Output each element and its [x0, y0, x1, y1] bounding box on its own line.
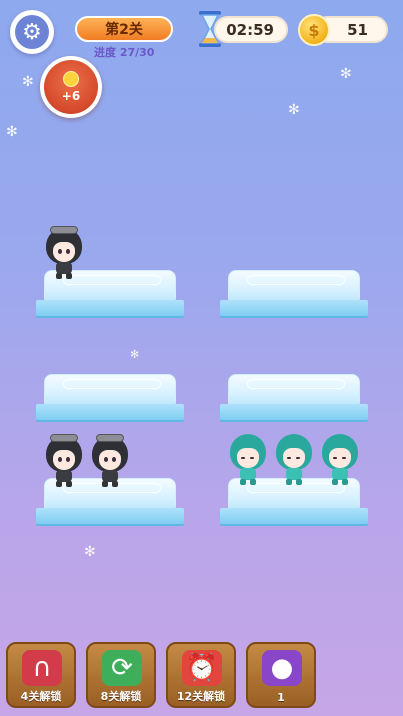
- snowflake-icon: ✻: [6, 124, 18, 140]
- character-teal[interactable]: [318, 434, 362, 486]
- locked-tool-icon: ●: [262, 650, 302, 686]
- platform-2[interactable]: [220, 270, 368, 316]
- character-dark[interactable]: [88, 434, 132, 488]
- shuffle-icon: ⟳: [102, 650, 142, 686]
- alarm-clock-tool-button[interactable]: ⏰ 12关解锁: [166, 642, 236, 708]
- snowflake-icon: ✻: [288, 102, 300, 118]
- tool-label: 8关解锁: [100, 690, 142, 703]
- timer-display: 02:59: [214, 16, 288, 43]
- magnet-tool-button[interactable]: ∩ 4关解锁: [6, 642, 76, 708]
- tool-label: 4关解锁: [20, 690, 62, 703]
- shuffle-tool-button[interactable]: ⟳ 8关解锁: [86, 642, 156, 708]
- magnet-icon: ∩: [22, 650, 62, 686]
- settings-button[interactable]: ⚙: [10, 10, 54, 54]
- bonus-value: +6: [61, 89, 81, 103]
- tool-label: 12关解锁: [176, 690, 226, 703]
- progress-text: 进度 27/30: [94, 46, 155, 59]
- bonus-button[interactable]: +6: [40, 56, 102, 118]
- locked-tool-button[interactable]: ● 1: [246, 642, 316, 708]
- snowflake-icon: ✻: [84, 544, 96, 560]
- platform-4[interactable]: [220, 374, 368, 420]
- character-teal[interactable]: [226, 434, 270, 486]
- alarm-clock-icon: ⏰: [182, 650, 222, 686]
- tool-label: 1: [277, 691, 285, 704]
- platform-3[interactable]: [36, 374, 184, 420]
- coin-icon: $: [298, 14, 330, 46]
- snowflake-icon: ✻: [22, 74, 34, 90]
- character-dark[interactable]: [42, 226, 86, 280]
- snowflake-icon: ✻: [340, 66, 352, 82]
- level-label: 第2关: [75, 16, 173, 42]
- bonus-coin-icon: [63, 71, 79, 87]
- snowflake-icon: ✻: [130, 348, 140, 361]
- hourglass-icon: [199, 11, 221, 47]
- gear-icon: ⚙: [15, 15, 49, 49]
- character-teal[interactable]: [272, 434, 316, 486]
- character-dark[interactable]: [42, 434, 86, 488]
